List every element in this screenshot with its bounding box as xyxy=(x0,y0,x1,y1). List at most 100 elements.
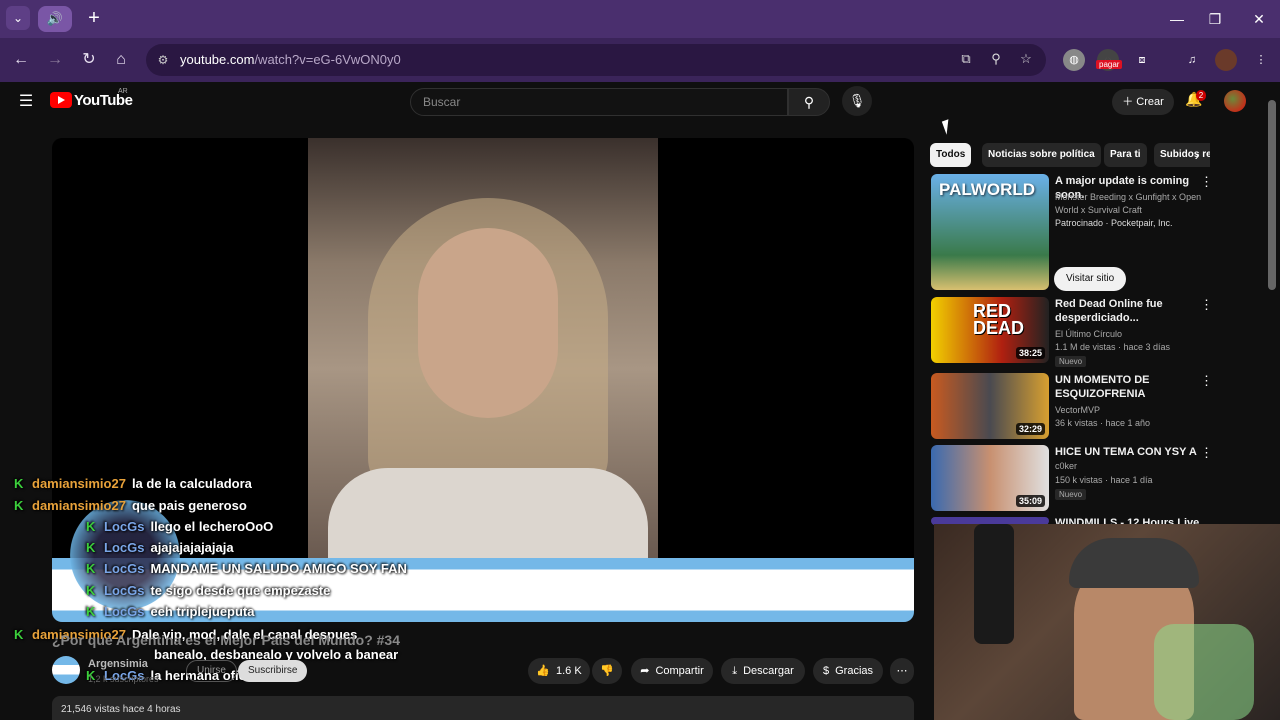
recommendation-channel[interactable]: c0ker xyxy=(1055,460,1205,473)
subscriber-count: 1,2 k suscriptores xyxy=(88,674,159,684)
browser-toolbar: ← → ↻ ⌂ ⚙ youtube.com/watch?v=eG-6VwON0y… xyxy=(0,38,1280,82)
recommendation-meta: 150 k vistas · hace 1 día xyxy=(1055,475,1153,485)
search-icon: ⚲ xyxy=(803,94,815,110)
download-button[interactable]: ⤓ Descargar xyxy=(721,658,805,684)
forward-button[interactable]: → xyxy=(44,49,66,71)
kick-badge-icon: K xyxy=(86,540,96,555)
recommendation-thumbnail[interactable]: PALWORLD xyxy=(931,174,1049,290)
search-placeholder: Buscar xyxy=(423,95,461,109)
video-subject-face xyxy=(418,228,558,418)
new-tab-button[interactable]: + xyxy=(82,6,106,30)
new-badge: Nuevo xyxy=(1055,356,1087,367)
speaker-icon: 🔊 xyxy=(46,11,64,26)
recommendation-title[interactable]: HICE UN TEMA CON YSY A xyxy=(1055,445,1205,459)
share-icon: ➦ xyxy=(640,665,650,677)
microphone-icon: 🎙 xyxy=(848,93,866,108)
account-avatar[interactable] xyxy=(1224,90,1246,112)
thumbs-down-icon: 👎 xyxy=(600,665,614,677)
url-text[interactable]: youtube.com/watch?v=eG-6VwON0y0 xyxy=(180,52,401,67)
recommendation-thumbnail[interactable]: RED DEAD 38:25 xyxy=(931,297,1049,363)
menu-icon[interactable]: ☰ xyxy=(16,92,36,112)
join-button[interactable]: Unirse xyxy=(186,660,237,682)
site-settings-icon[interactable]: ⚙ xyxy=(154,51,172,69)
thanks-button[interactable]: $ Gracias xyxy=(813,658,883,684)
search-button[interactable]: ⚲ xyxy=(788,88,830,116)
microphone-stand xyxy=(974,524,1014,644)
more-options-icon[interactable]: ⋮ xyxy=(1200,445,1213,461)
dislike-button[interactable]: 👎 xyxy=(592,658,622,684)
video-frame xyxy=(308,138,658,568)
visit-site-button[interactable]: Visitar sitio xyxy=(1054,267,1127,291)
chat-text: te sigo desde que empezaste xyxy=(150,583,331,598)
install-app-icon[interactable]: ⧉ xyxy=(956,51,976,69)
chat-username: damiansimio27 xyxy=(32,476,126,491)
more-options-icon[interactable]: ⋮ xyxy=(1200,174,1213,190)
chat-text: la de la calculadora xyxy=(131,476,252,491)
share-button[interactable]: ➦ Compartir xyxy=(631,658,713,684)
browser-menu-icon[interactable]: ⋮ xyxy=(1250,49,1272,71)
kick-badge-icon: K xyxy=(14,476,24,491)
create-button[interactable]: ＋ Crear xyxy=(1112,89,1174,115)
channel-avatar[interactable] xyxy=(52,656,80,684)
recommendation-title[interactable]: Red Dead Online fue desperdiciado... xyxy=(1055,297,1205,325)
chat-text: MANDAME UN SALUDO AMIGO SOY FAN xyxy=(150,561,407,576)
restore-button[interactable]: ❐ xyxy=(1200,8,1230,30)
filter-chips: Todos Noticias sobre política Para ti Su… xyxy=(930,143,1210,167)
download-icon: ⤓ xyxy=(732,665,738,677)
chip-noticias[interactable]: Noticias sobre política xyxy=(982,143,1101,167)
video-duration: 38:25 xyxy=(1015,347,1045,359)
address-bar[interactable]: ⚙ youtube.com/watch?v=eG-6VwON0y0 ⧉ ⚲ ☆ xyxy=(146,44,1046,76)
media-controls-icon[interactable]: ♫ xyxy=(1181,49,1203,71)
chat-message: K LocGs ajajajajajajaja xyxy=(86,540,234,560)
active-tab[interactable]: 🔊 xyxy=(38,6,72,32)
subscribe-button[interactable]: Suscribirse xyxy=(238,660,308,682)
recommendation-channel[interactable]: El Último Círculo xyxy=(1055,328,1205,341)
more-options-icon[interactable]: ⋮ xyxy=(1200,373,1213,389)
kick-badge-icon: K xyxy=(86,561,96,576)
streamer-cap xyxy=(1069,538,1199,588)
zoom-icon[interactable]: ⚲ xyxy=(986,51,1006,69)
chat-text: llego el lecheroOoO xyxy=(150,519,274,534)
recommendation-thumbnail[interactable]: 32:29 xyxy=(931,373,1049,439)
thumbs-up-icon: 👍 xyxy=(536,665,550,677)
chat-text: que pais generoso xyxy=(131,498,247,513)
more-options-icon[interactable]: ⋮ xyxy=(1200,297,1213,313)
search-input[interactable]: Buscar xyxy=(410,88,788,116)
description-box[interactable]: 21,546 vistas hace 4 horas xyxy=(52,696,914,720)
page-scrollbar[interactable] xyxy=(1268,100,1276,290)
like-button[interactable]: 👍 1.6 K xyxy=(528,658,590,684)
chip-todos[interactable]: Todos xyxy=(930,143,972,167)
recommendation-thumbnail[interactable]: 35:09 xyxy=(931,445,1049,511)
tab-search-dropdown[interactable]: ⌄ xyxy=(6,6,30,30)
youtube-header: ☰ YouTube AR Buscar ⚲ 🎙 ＋ Crear 🔔 2 xyxy=(0,82,1280,122)
chat-message: Kdamiansimio27 la de la calculadora xyxy=(14,476,252,496)
home-button[interactable]: ⌂ xyxy=(110,49,132,71)
pagar-badge: pagar xyxy=(1096,60,1123,69)
more-actions-button[interactable]: ⋯ xyxy=(890,658,914,684)
recommendation-title[interactable]: UN MOMENTO DE ESQUIZOFRENIA xyxy=(1055,373,1205,401)
chat-username: LocGs xyxy=(104,604,145,619)
profile-avatar-icon[interactable] xyxy=(1215,49,1237,71)
video-subject-shirt xyxy=(328,468,648,568)
channel-name[interactable]: Argensimia xyxy=(88,658,148,670)
back-button[interactable]: ← xyxy=(10,49,32,71)
views-and-time: 21,546 vistas hace 4 horas xyxy=(61,704,181,715)
chat-message: K LocGs eeh triplejueputa xyxy=(86,604,255,624)
minimize-button[interactable]: — xyxy=(1162,8,1192,30)
chat-message: K LocGs te sigo desde que empezaste xyxy=(86,583,330,603)
extensions-puzzle-icon[interactable]: ⧈ xyxy=(1131,49,1153,71)
close-window-button[interactable]: ✕ xyxy=(1244,8,1274,30)
kick-badge-icon: K xyxy=(14,498,24,513)
chat-text: ajajajajajajaja xyxy=(150,540,234,555)
chip-para-ti[interactable]: Para ti xyxy=(1104,143,1147,167)
extension-icon-globe[interactable]: ◍ xyxy=(1063,49,1085,71)
notification-count-badge: 2 xyxy=(1196,90,1206,101)
recommendation-channel[interactable]: VectorMVP xyxy=(1055,404,1205,417)
new-badge: Nuevo xyxy=(1055,489,1087,500)
reload-button[interactable]: ↻ xyxy=(78,49,100,71)
voice-search-button[interactable]: 🎙 xyxy=(842,86,872,116)
chevron-right-icon[interactable]: › xyxy=(1188,146,1206,164)
recommendation-meta: Monster Breeding x Gunfight x Open World… xyxy=(1055,192,1202,215)
youtube-logo-icon[interactable] xyxy=(50,92,72,108)
bookmark-star-icon[interactable]: ☆ xyxy=(1016,51,1036,69)
